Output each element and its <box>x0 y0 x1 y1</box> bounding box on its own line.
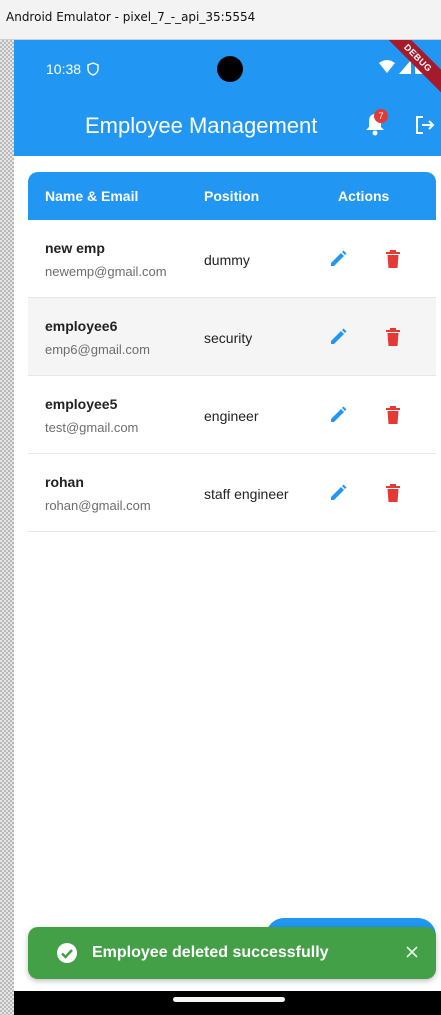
employee-email: newemp@gmail.com <box>45 264 167 279</box>
edit-button[interactable] <box>329 484 347 502</box>
page-title: Employee Management <box>85 113 318 138</box>
logout-icon <box>416 116 435 134</box>
employee-name: new emp <box>45 240 105 256</box>
employee-email: emp6@gmail.com <box>45 342 150 357</box>
snackbar-message: Employee deleted successfully <box>92 944 329 961</box>
trash-icon <box>386 406 400 424</box>
table-header: Name & Email Position Actions <box>28 172 436 220</box>
pencil-icon <box>331 406 347 422</box>
trash-icon <box>386 484 400 502</box>
edit-button[interactable] <box>329 250 347 268</box>
employee-position: staff engineer <box>204 486 289 502</box>
home-gesture-handle[interactable] <box>173 997 285 1002</box>
header-actions: Actions <box>338 188 390 204</box>
table-row: employee5 test@gmail.com engineer <box>28 376 436 454</box>
emulator-frame-edge <box>0 0 14 1015</box>
wifi-icon <box>379 60 395 73</box>
employee-name: employee6 <box>45 318 118 334</box>
employee-position: security <box>204 330 253 346</box>
employee-email: test@gmail.com <box>45 420 139 435</box>
employee-name: rohan <box>45 474 84 490</box>
pencil-icon <box>331 250 347 266</box>
trash-icon <box>386 250 400 268</box>
employee-position: engineer <box>204 408 259 424</box>
check-circle-icon <box>57 943 77 963</box>
delete-button[interactable] <box>385 483 401 503</box>
status-time-text: 10:38 <box>46 61 82 77</box>
trash-icon <box>386 328 400 346</box>
close-icon[interactable] <box>404 944 420 960</box>
signal-icon <box>399 60 411 74</box>
header-name-email: Name & Email <box>45 188 139 204</box>
employee-table: Name & Email Position Actions new emp ne… <box>28 172 436 534</box>
status-bar-time: 10:38 <box>46 61 99 77</box>
app-bar: 10:38 DEBUG Employee Management 7 <box>14 40 441 156</box>
camera-cutout <box>217 56 243 82</box>
delete-button[interactable] <box>385 327 401 347</box>
employee-position: dummy <box>204 252 250 268</box>
delete-button[interactable] <box>385 249 401 269</box>
logout-button[interactable] <box>414 114 436 136</box>
snackbar: Employee deleted successfully <box>28 927 436 979</box>
pencil-icon <box>331 328 347 344</box>
device-screen: 10:38 DEBUG Employee Management 7 Name &… <box>14 40 441 1015</box>
edit-button[interactable] <box>329 328 347 346</box>
system-navigation-bar <box>14 991 441 1015</box>
table-row: employee6 emp6@gmail.com security <box>28 298 436 376</box>
delete-button[interactable] <box>385 405 401 425</box>
header-position: Position <box>204 188 260 204</box>
employee-name: employee5 <box>45 396 118 412</box>
notifications-button[interactable]: 7 <box>364 109 388 138</box>
shield-icon <box>87 62 99 76</box>
pencil-icon <box>331 484 347 500</box>
employee-email: rohan@gmail.com <box>45 498 151 513</box>
table-row: new emp newemp@gmail.com dummy <box>28 220 436 298</box>
table-row: rohan rohan@gmail.com staff engineer <box>28 454 436 532</box>
edit-button[interactable] <box>329 406 347 424</box>
emulator-window-title: Android Emulator - pixel_7_-_api_35:5554 <box>0 0 441 40</box>
notification-badge: 7 <box>374 109 388 123</box>
